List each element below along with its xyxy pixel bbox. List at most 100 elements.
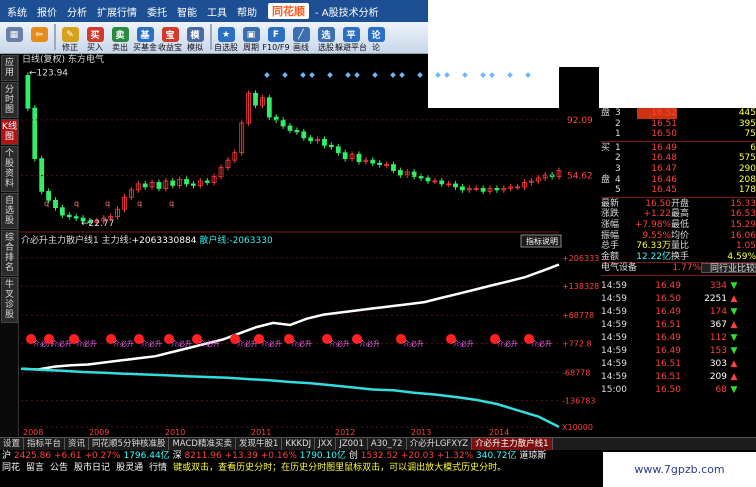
down-arrow-icon: ▼ — [730, 280, 738, 291]
toolbar-button-0[interactable]: ▦ — [2, 21, 26, 53]
toolbar-button-5[interactable]: 基买基金 — [133, 21, 157, 53]
toolbar-button-9[interactable]: ▣ 周期 — [239, 21, 263, 53]
side-tab-6[interactable]: 牛叉诊股 — [1, 277, 18, 323]
toolbar-button-1[interactable]: ⇦ — [27, 21, 51, 53]
main-value: +2063330884 — [132, 236, 200, 246]
candle — [356, 153, 362, 163]
sector-name[interactable]: 电气设备 — [601, 263, 651, 273]
indicator-tab-7[interactable]: JXX — [315, 437, 337, 451]
tick-price: 16.51 — [655, 319, 681, 330]
stat-row: 振幅 9.55% 均价 16.06 — [601, 231, 756, 242]
indicator-tick-label: X10000 — [562, 423, 593, 432]
indicator-tab-6[interactable]: KKKDJ — [282, 437, 316, 451]
indicator-tab-3[interactable]: 同花顺5分钟核准股 — [89, 437, 170, 451]
q-marker: q — [44, 199, 49, 208]
q-marker: q — [74, 199, 79, 208]
indicator-tab-8[interactable]: JZ001 — [336, 437, 368, 451]
indicator-tab-10[interactable]: 介必升LGFXYZ — [407, 437, 473, 451]
indicator-tab-5[interactable]: 发现牛股1 — [236, 437, 283, 451]
menu-item-7[interactable]: 帮助 — [237, 4, 257, 19]
retail-label: 散户线: — [199, 234, 229, 246]
dji-label[interactable]: 道琼斯 — [519, 451, 546, 461]
toolbar-button-11[interactable]: ╱ 画线 — [289, 21, 313, 53]
side-tab-3[interactable]: 个股资料 — [1, 146, 18, 192]
compare-button[interactable]: 同行业比较 — [701, 263, 756, 274]
side-tab-5[interactable]: 综合排名 — [1, 230, 18, 276]
tick-time: 14:59 — [601, 319, 627, 330]
indicator-tabs: 设置 指标平台 资讯 同花顺5分钟核准股 MACD精准买卖 发现牛股1 KKKDJ JXX JZ… — [0, 437, 756, 451]
toolbar-button-4[interactable]: 卖卖出 — [108, 21, 132, 53]
stat-value: 4.59% — [727, 251, 756, 262]
indicator-tab-0[interactable]: 设置 — [0, 437, 25, 451]
footer-link-2[interactable]: 公告 — [50, 463, 68, 473]
year-tick-label: 2008 — [23, 428, 43, 437]
menu-item-1[interactable]: 报价 — [37, 4, 57, 19]
footer-link-3[interactable]: 股市日记 — [74, 463, 110, 473]
candle — [53, 199, 58, 209]
f10-icon: F — [267, 27, 285, 42]
year-tick-label: 2011 — [251, 428, 271, 437]
stat-label: 振幅 — [601, 230, 620, 241]
kline-chart[interactable]: 92.09 54.62 ←123.94 ←22.77 q q q q q 介必升主力散户线1 主力… — [19, 67, 599, 437]
simulate-icon: 模 — [186, 27, 204, 42]
toolbar-button-8[interactable]: ★ 自选股 — [214, 21, 238, 53]
down-arrow-icon: ▼ — [730, 345, 738, 356]
footer-bar: 同花 留言 公告 股市日记 股灵通 行情 键或双击，查看历史分时；在历史分时图里鼠标双击，可… — [0, 462, 600, 474]
menu-item-5[interactable]: 智能 — [177, 4, 197, 19]
year-tick-label: 2009 — [89, 428, 109, 437]
indicator-tab-4[interactable]: MACD精准买卖 — [169, 437, 236, 451]
toolbar-button-13[interactable]: 平躲避平台 — [335, 21, 367, 53]
menu-item-3[interactable]: 扩展行情 — [97, 4, 137, 19]
tick-price: 16.50 — [655, 293, 681, 304]
tick-row: 15:00 16.50 68 ▼ — [601, 384, 756, 397]
menu-item-4[interactable]: 委托 — [147, 4, 167, 19]
menu-item-2[interactable]: 分析 — [67, 4, 87, 19]
candle — [266, 97, 272, 118]
side-tab-4[interactable]: 自选股 — [1, 193, 18, 229]
bid-row: 盘 4 16.46 208 — [601, 175, 756, 186]
stat-row: 金额 12.22亿 换手 4.59% — [601, 252, 756, 263]
toolbar-button-14[interactable]: 论论 — [364, 21, 388, 53]
buy-signal-label: 介必升 — [329, 339, 350, 348]
side-tab-2[interactable]: K线图 — [1, 119, 18, 145]
ask-volume: 395 — [738, 118, 756, 129]
sector-change: 1.77% — [672, 263, 701, 274]
up-arrow-icon: ▲ — [730, 358, 738, 369]
side-tab-0[interactable]: 应用 — [1, 55, 18, 81]
sz-percent: +0.16% — [260, 451, 297, 461]
toolbar-button-2[interactable]: ✎ 修正 — [58, 21, 82, 53]
stat-row: 涨跌 +1.22 最高 16.53 — [601, 209, 756, 220]
tick-volume: 2251 — [704, 293, 727, 304]
toolbar-button-10[interactable]: F F10/F9 — [262, 21, 290, 53]
candle — [25, 75, 31, 109]
indicator-tab-11[interactable]: 介必升主力散户线1 — [472, 437, 553, 451]
book-level: 1 — [615, 129, 621, 140]
footer-link-5[interactable]: 行情 — [149, 463, 167, 473]
up-arrow-icon: ▲ — [730, 371, 738, 382]
indicator-tab-9[interactable]: A30_72 — [368, 437, 407, 451]
menu-item-6[interactable]: 工具 — [207, 4, 227, 19]
bid-volume: 208 — [738, 174, 756, 185]
q-marker: q — [105, 199, 110, 208]
candle — [59, 207, 65, 216]
footer-link-4[interactable]: 股灵通 — [116, 463, 143, 473]
footer-link-0[interactable]: 同花 — [2, 463, 20, 473]
menu-item-0[interactable]: 系统 — [7, 4, 27, 19]
toolbar-label: 模拟 — [187, 43, 203, 52]
toolbar-button-3[interactable]: 买买入 — [83, 21, 107, 53]
draw-line-icon: ╱ — [292, 27, 310, 42]
signal-diamond — [399, 72, 405, 78]
indicator-tab-1[interactable]: 指标平台 — [24, 437, 66, 451]
toolbar-label: 躲避平台 — [335, 43, 367, 52]
toolbar-button-7[interactable]: 模模拟 — [183, 21, 207, 53]
stat-label: 开盘 — [671, 198, 690, 209]
tick-volume: 334 — [709, 280, 727, 291]
toolbar-button-6[interactable]: 宝收益宝 — [158, 21, 182, 53]
down-arrow-icon: ▼ — [730, 332, 738, 343]
up-arrow-icon: ▲ — [730, 293, 738, 304]
toolbar-label: 买入 — [87, 43, 103, 52]
indicator-tab-2[interactable]: 资讯 — [65, 437, 90, 451]
footer-link-1[interactable]: 留言 — [26, 463, 44, 473]
side-tab-1[interactable]: 分时图 — [1, 82, 18, 118]
toolbar-label: 修正 — [62, 43, 78, 52]
